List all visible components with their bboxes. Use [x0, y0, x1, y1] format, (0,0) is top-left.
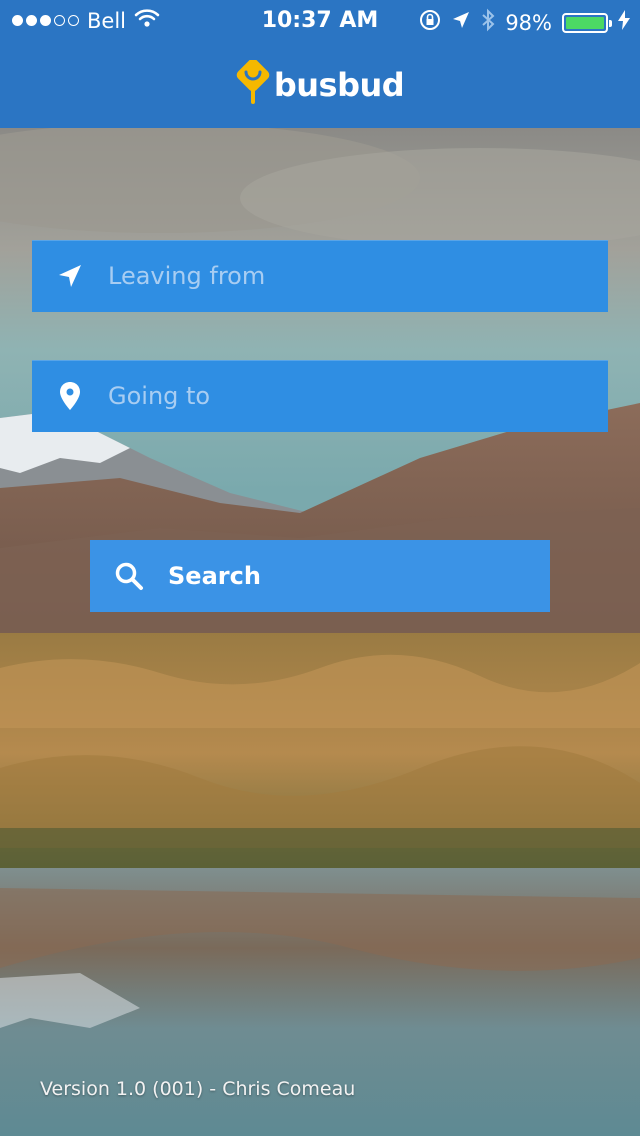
location-arrow-icon — [451, 10, 471, 35]
leaving-from-placeholder: Leaving from — [108, 262, 266, 290]
busbud-pin-icon — [236, 58, 270, 110]
going-to-placeholder: Going to — [108, 382, 211, 410]
leaving-from-field[interactable]: Leaving from — [32, 240, 608, 312]
version-label: Version 1.0 (001) - Chris Comeau — [40, 1078, 356, 1100]
brand-logo: busbud — [0, 58, 640, 110]
search-icon — [90, 540, 168, 612]
status-right: 98% — [419, 8, 630, 37]
battery-icon — [562, 12, 612, 33]
brand-name: busbud — [273, 66, 405, 104]
map-pin-icon — [32, 360, 108, 432]
bluetooth-icon — [481, 8, 495, 37]
battery-percent: 98% — [505, 10, 552, 35]
status-bar: Bell 10:37 AM 98% — [0, 0, 640, 40]
app-header: Bell 10:37 AM 98% busbud — [0, 0, 640, 128]
search-button[interactable]: Search — [90, 540, 550, 612]
charging-bolt-icon — [618, 10, 630, 35]
orientation-lock-icon — [419, 9, 441, 36]
going-to-field[interactable]: Going to — [32, 360, 608, 432]
location-arrow-icon — [32, 240, 108, 312]
search-button-label: Search — [168, 562, 261, 590]
